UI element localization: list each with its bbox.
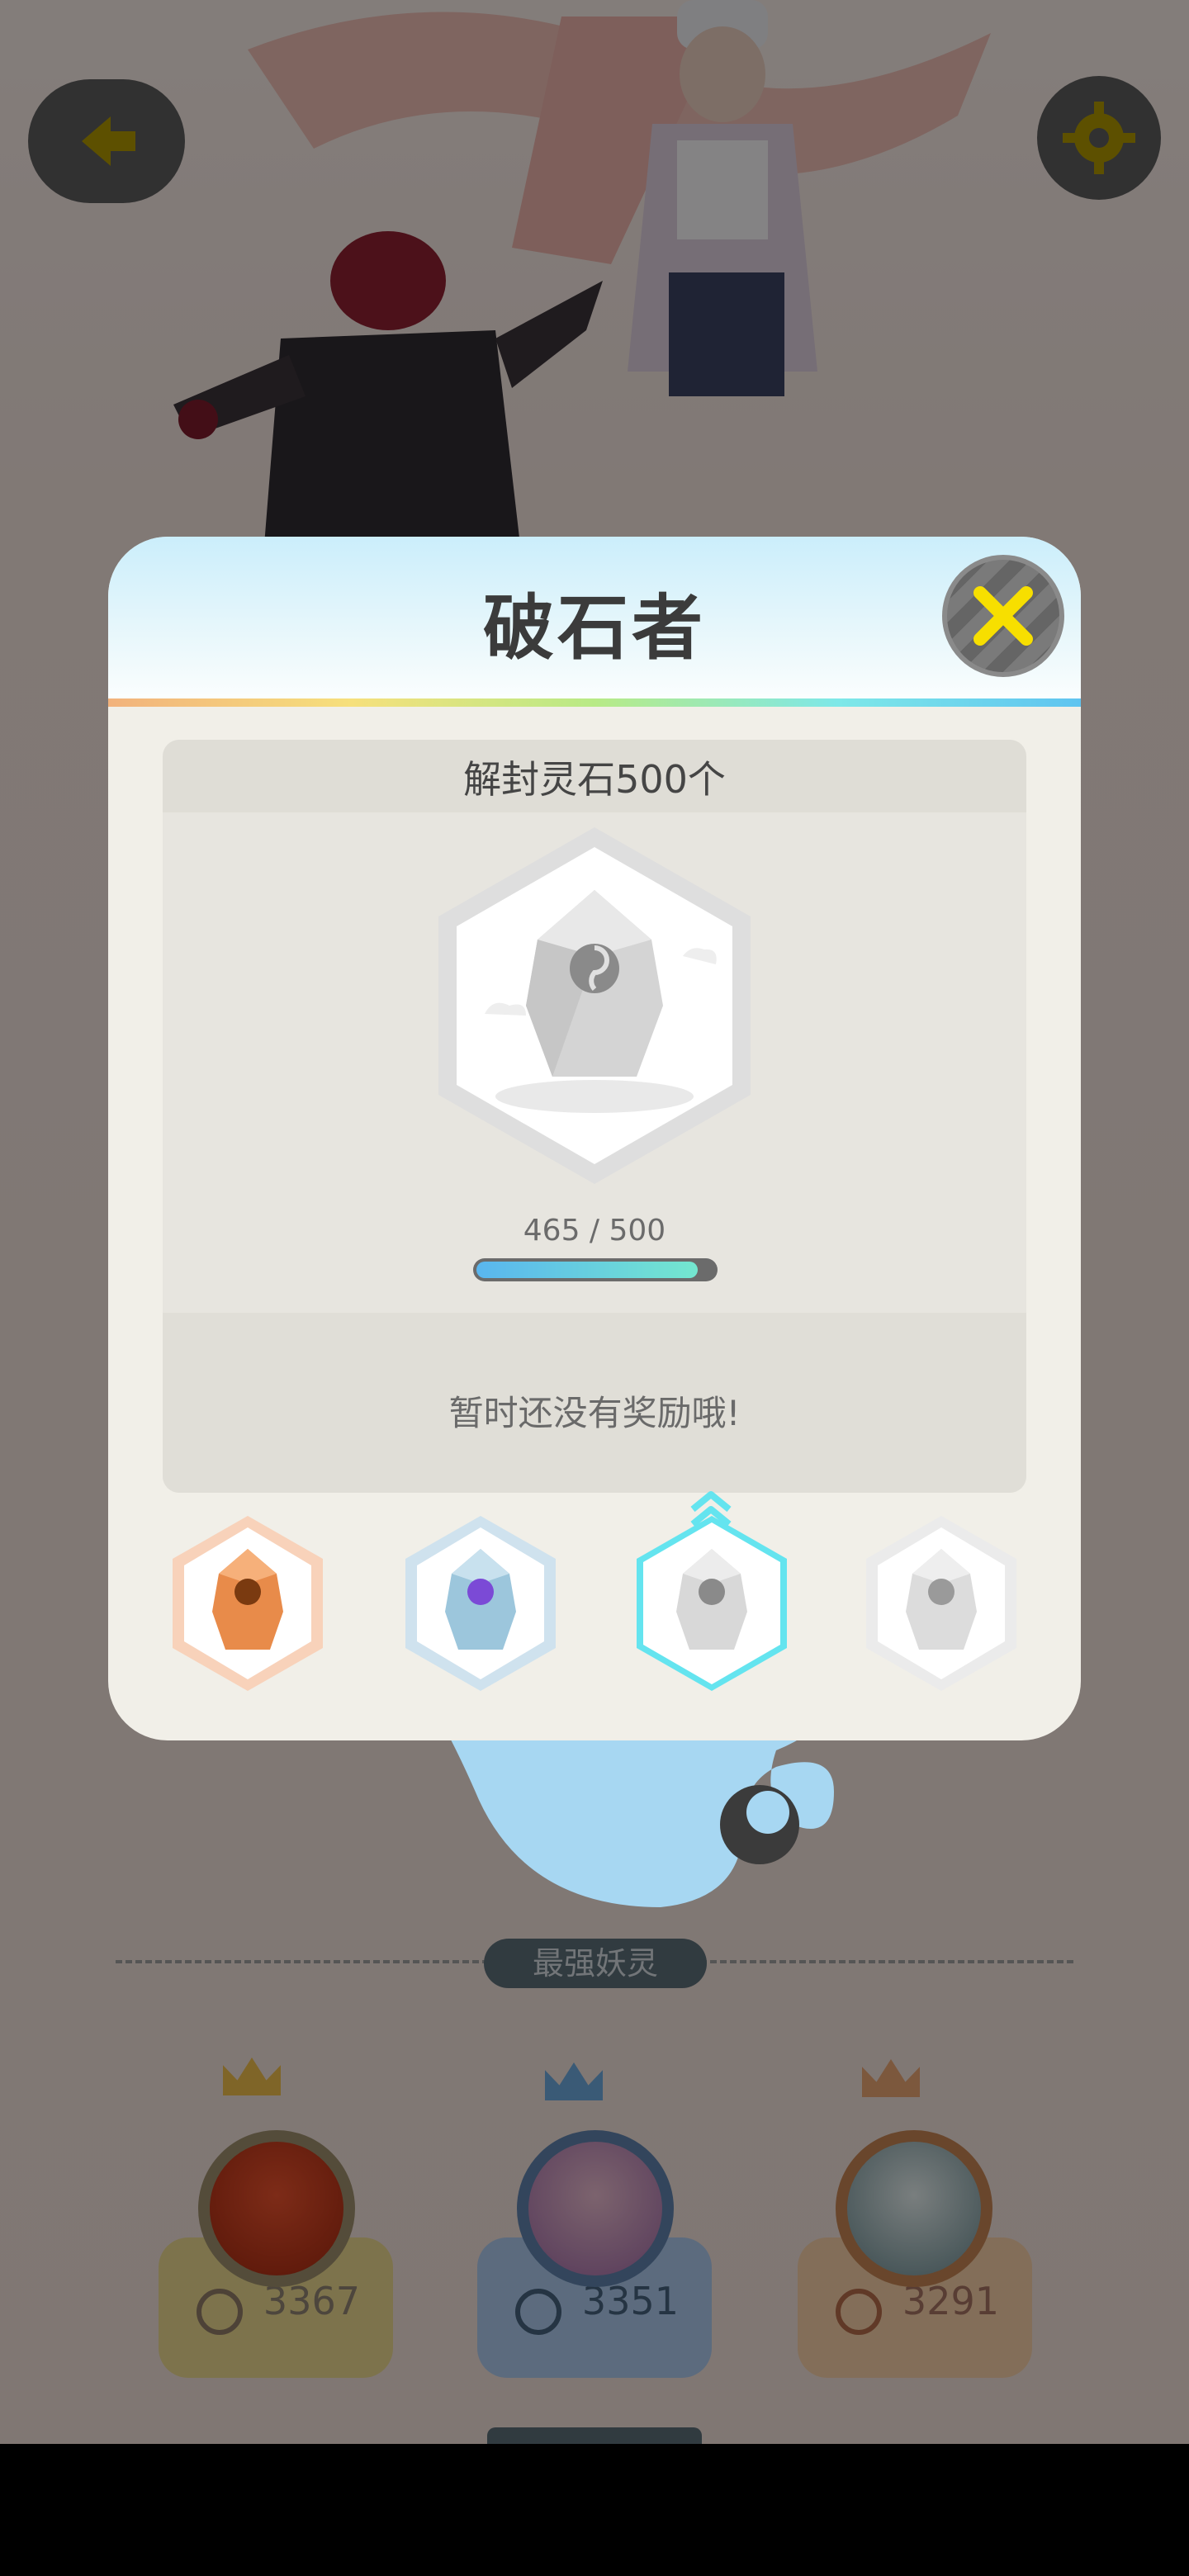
system-bottom-bar xyxy=(0,2444,1189,2576)
tier-silver-badge[interactable] xyxy=(402,1513,559,1694)
task-description: 解封灵石500个 xyxy=(463,757,726,802)
progress-text: 465 / 500 xyxy=(523,1214,666,1248)
reward-area: 暂时还没有奖励哦! xyxy=(163,1313,1026,1493)
stone-badge-large xyxy=(438,827,751,1184)
tier-diamond-badge[interactable] xyxy=(863,1513,1020,1694)
task-panel: 解封灵石500个 465 / 500 暂时还没有奖励哦! xyxy=(163,740,1026,1493)
progress-fill xyxy=(476,1262,698,1278)
tier-bronze-badge[interactable] xyxy=(169,1513,326,1694)
rainbow-divider xyxy=(108,698,1081,707)
modal-title: 破石者 xyxy=(483,587,706,670)
achievement-modal: 破石者 解封灵石500个 465 / 500 暂时还没有奖励哦! xyxy=(108,537,1081,1740)
reward-text: 暂时还没有奖励哦! xyxy=(448,1393,741,1433)
tier-gold-badge-selected[interactable] xyxy=(633,1513,790,1694)
close-icon xyxy=(973,586,1033,646)
progress-bar xyxy=(473,1258,718,1281)
close-button[interactable] xyxy=(942,555,1064,677)
